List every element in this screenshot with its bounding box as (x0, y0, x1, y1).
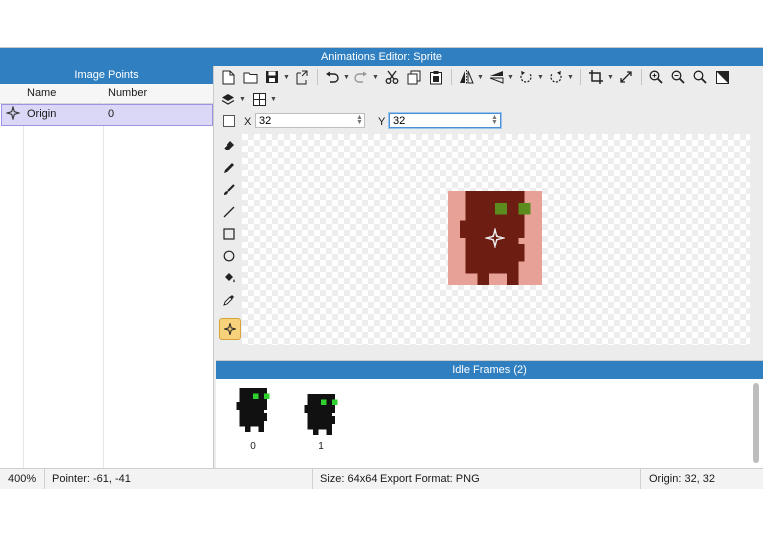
selection-icon[interactable] (223, 115, 235, 130)
toggle-background-icon[interactable] (714, 69, 730, 85)
copy-icon[interactable] (406, 69, 422, 85)
undo-dropdown-caret[interactable]: ▼ (343, 74, 350, 81)
cut-icon[interactable] (384, 69, 400, 85)
frame-thumbnail[interactable]: 0 (228, 385, 278, 455)
pointer-position: Pointer: -61, -41 (52, 473, 131, 485)
rotate-right-icon[interactable] (548, 69, 564, 85)
save-icon[interactable] (264, 69, 280, 85)
rectangle-icon[interactable] (219, 224, 239, 244)
origin-point-icon (4, 104, 22, 123)
zoom-out-icon[interactable] (670, 69, 686, 85)
frame-label: 0 (250, 441, 256, 452)
toolbar-separator (641, 69, 642, 85)
x-coordinate-input[interactable] (255, 113, 365, 128)
frame-1-image (304, 393, 338, 435)
line-icon[interactable] (219, 202, 239, 222)
redo-dropdown-caret[interactable]: ▼ (372, 74, 379, 81)
paste-icon[interactable] (428, 69, 444, 85)
export-icon[interactable] (294, 69, 310, 85)
image-points-panel: Image Points Name Number Origin 0 (0, 66, 214, 468)
grid-icon[interactable] (251, 91, 267, 107)
column-divider (23, 103, 24, 468)
eraser-icon[interactable] (219, 136, 239, 156)
fill-bucket-icon[interactable] (219, 268, 239, 288)
editor-toolbar: ▼ ▼ ▼ ▼ ▼ ▼ ▼ ▼ ▼ ▼ (216, 66, 763, 110)
frame-label: 1 (318, 441, 324, 452)
image-point-row[interactable]: Origin 0 (1, 104, 213, 126)
window-title: Animations Editor: Sprite (0, 48, 763, 66)
layers-dropdown-caret[interactable]: ▼ (239, 96, 246, 103)
column-divider (103, 103, 104, 468)
image-point-number: 0 (108, 108, 115, 120)
flip-dropdown-caret[interactable]: ▼ (477, 74, 484, 81)
origin-point-tool-icon[interactable] (219, 318, 241, 340)
grid-dropdown-caret[interactable]: ▼ (270, 96, 277, 103)
image-points-header: Name Number (0, 84, 213, 104)
sprite-image[interactable] (448, 191, 542, 285)
frames-title: Idle Frames (2) (216, 361, 763, 379)
column-header-number[interactable]: Number (108, 87, 147, 99)
zoom-level: 400% (8, 473, 37, 485)
x-label: X (244, 116, 252, 128)
frame-0-image (236, 388, 270, 432)
frame-thumbnail[interactable]: 1 (296, 385, 346, 455)
y-stepper[interactable]: ▲ ▼ (491, 114, 498, 126)
status-divider (312, 469, 313, 489)
layers-icon[interactable] (220, 91, 236, 107)
toolbar-separator (451, 69, 452, 85)
crop-dropdown-caret[interactable]: ▼ (607, 74, 614, 81)
x-stepper[interactable]: ▲ ▼ (356, 114, 363, 126)
status-divider (640, 469, 641, 489)
coordinate-bar: X ▲▼ Y ▲▼ (216, 112, 756, 134)
rotate-left-icon[interactable] (518, 69, 534, 85)
drawing-canvas[interactable] (242, 134, 750, 345)
status-bar: 400% Pointer: -61, -41 Size: 64x64 Expor… (0, 468, 763, 489)
resize-icon[interactable] (618, 69, 634, 85)
image-size: Size: 64x64 (320, 473, 378, 485)
y-label: Y (378, 116, 386, 128)
y-coordinate-input[interactable] (389, 113, 501, 128)
frames-panel: Idle Frames (2) 0 1 (216, 360, 763, 469)
zoom-in-icon[interactable] (648, 69, 664, 85)
zoom-reset-icon[interactable] (692, 69, 708, 85)
rotate-left-dropdown-caret[interactable]: ▼ (537, 74, 544, 81)
image-points-title: Image Points (0, 66, 213, 84)
flip-vertical-icon[interactable] (488, 69, 504, 85)
pencil-icon[interactable] (219, 158, 239, 178)
brush-icon[interactable] (219, 180, 239, 200)
eyedropper-icon[interactable] (219, 290, 239, 310)
open-folder-icon[interactable] (242, 69, 258, 85)
toolbar-separator (580, 69, 581, 85)
flip-horizontal-icon[interactable] (458, 69, 474, 85)
ellipse-icon[interactable] (219, 246, 239, 266)
flip-vertical-dropdown-caret[interactable]: ▼ (507, 74, 514, 81)
column-header-name[interactable]: Name (27, 87, 56, 99)
animations-editor-window: Animations Editor: Sprite Image Points N… (0, 47, 763, 489)
crop-icon[interactable] (588, 69, 604, 85)
save-dropdown-caret[interactable]: ▼ (283, 74, 290, 81)
origin-readout: Origin: 32, 32 (649, 473, 716, 485)
rotate-right-dropdown-caret[interactable]: ▼ (567, 74, 574, 81)
image-point-name: Origin (27, 108, 57, 120)
new-icon[interactable] (220, 69, 236, 85)
redo-icon[interactable] (353, 69, 369, 85)
sprite-body (459, 191, 525, 285)
frames-scrollbar[interactable] (753, 383, 759, 463)
drawing-tools (216, 134, 242, 354)
export-format: Export Format: PNG (380, 473, 480, 485)
toolbar-separator (317, 69, 318, 85)
status-divider (44, 469, 45, 489)
sprite-eye-left (495, 202, 507, 215)
sprite-eye-right (518, 202, 531, 215)
undo-icon[interactable] (324, 69, 340, 85)
